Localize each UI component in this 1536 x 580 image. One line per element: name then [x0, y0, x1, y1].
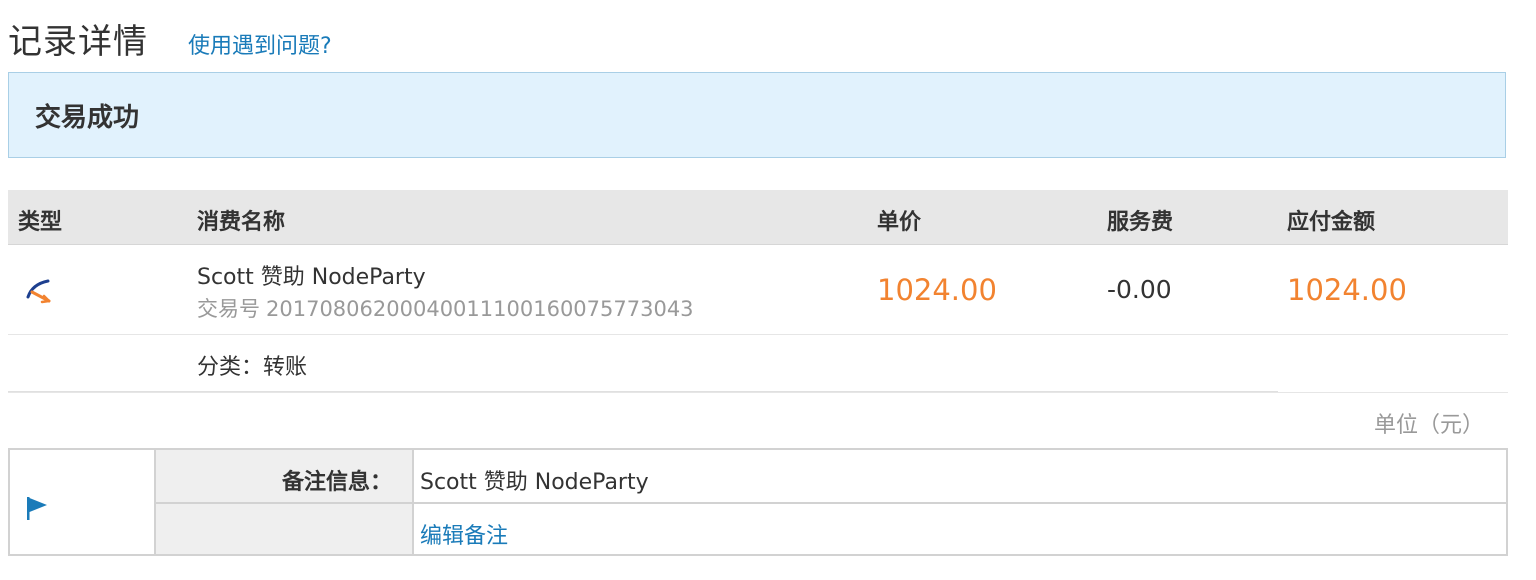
memo-divider [156, 502, 1506, 504]
column-header-type: 类型 [18, 210, 63, 235]
memo-value: Scott 赞助 NodeParty [420, 470, 649, 495]
unit-note: 单位（元） [1373, 413, 1484, 438]
memo-flag-cell [10, 450, 156, 554]
column-header-service-fee: 服务费 [1107, 210, 1174, 235]
column-header-name: 消费名称 [197, 210, 286, 235]
status-text: 交易成功 [35, 102, 140, 133]
page-title: 记录详情 [8, 22, 148, 62]
category-text: 分类：转账 [197, 355, 308, 380]
memo-label: 备注信息： [281, 470, 392, 495]
service-fee: -0.00 [1107, 275, 1172, 304]
edit-memo-link[interactable]: 编辑备注 [420, 518, 508, 550]
status-banner: 交易成功 [8, 72, 1506, 158]
payable-amount: 1024.00 [1287, 273, 1407, 307]
category-row: 分类：转账 [8, 335, 1278, 393]
trade-number-label: 交易号 [197, 297, 260, 321]
column-header-payable: 应付金额 [1287, 210, 1376, 235]
table-header: 类型 消费名称 单价 服务费 应付金额 [8, 190, 1508, 245]
table-row: Scott 赞助 NodeParty 交易号 201708062000400111… [8, 245, 1508, 335]
header: 记录详情 使用遇到问题? [8, 14, 332, 64]
help-link[interactable]: 使用遇到问题? [188, 28, 332, 60]
trade-number-value: 20170806200040011100160075773043 [266, 297, 694, 321]
unit-price: 1024.00 [877, 273, 997, 307]
consumption-name: Scott 赞助 NodeParty [197, 265, 426, 290]
memo-section: 备注信息： Scott 赞助 NodeParty 编辑备注 [8, 448, 1508, 556]
divider [8, 392, 1508, 393]
flag-icon [27, 497, 47, 520]
column-header-unit-price: 单价 [877, 210, 922, 235]
transfer-arrow-icon [26, 279, 51, 304]
trade-number: 交易号 20170806200040011100160075773043 [197, 293, 694, 323]
